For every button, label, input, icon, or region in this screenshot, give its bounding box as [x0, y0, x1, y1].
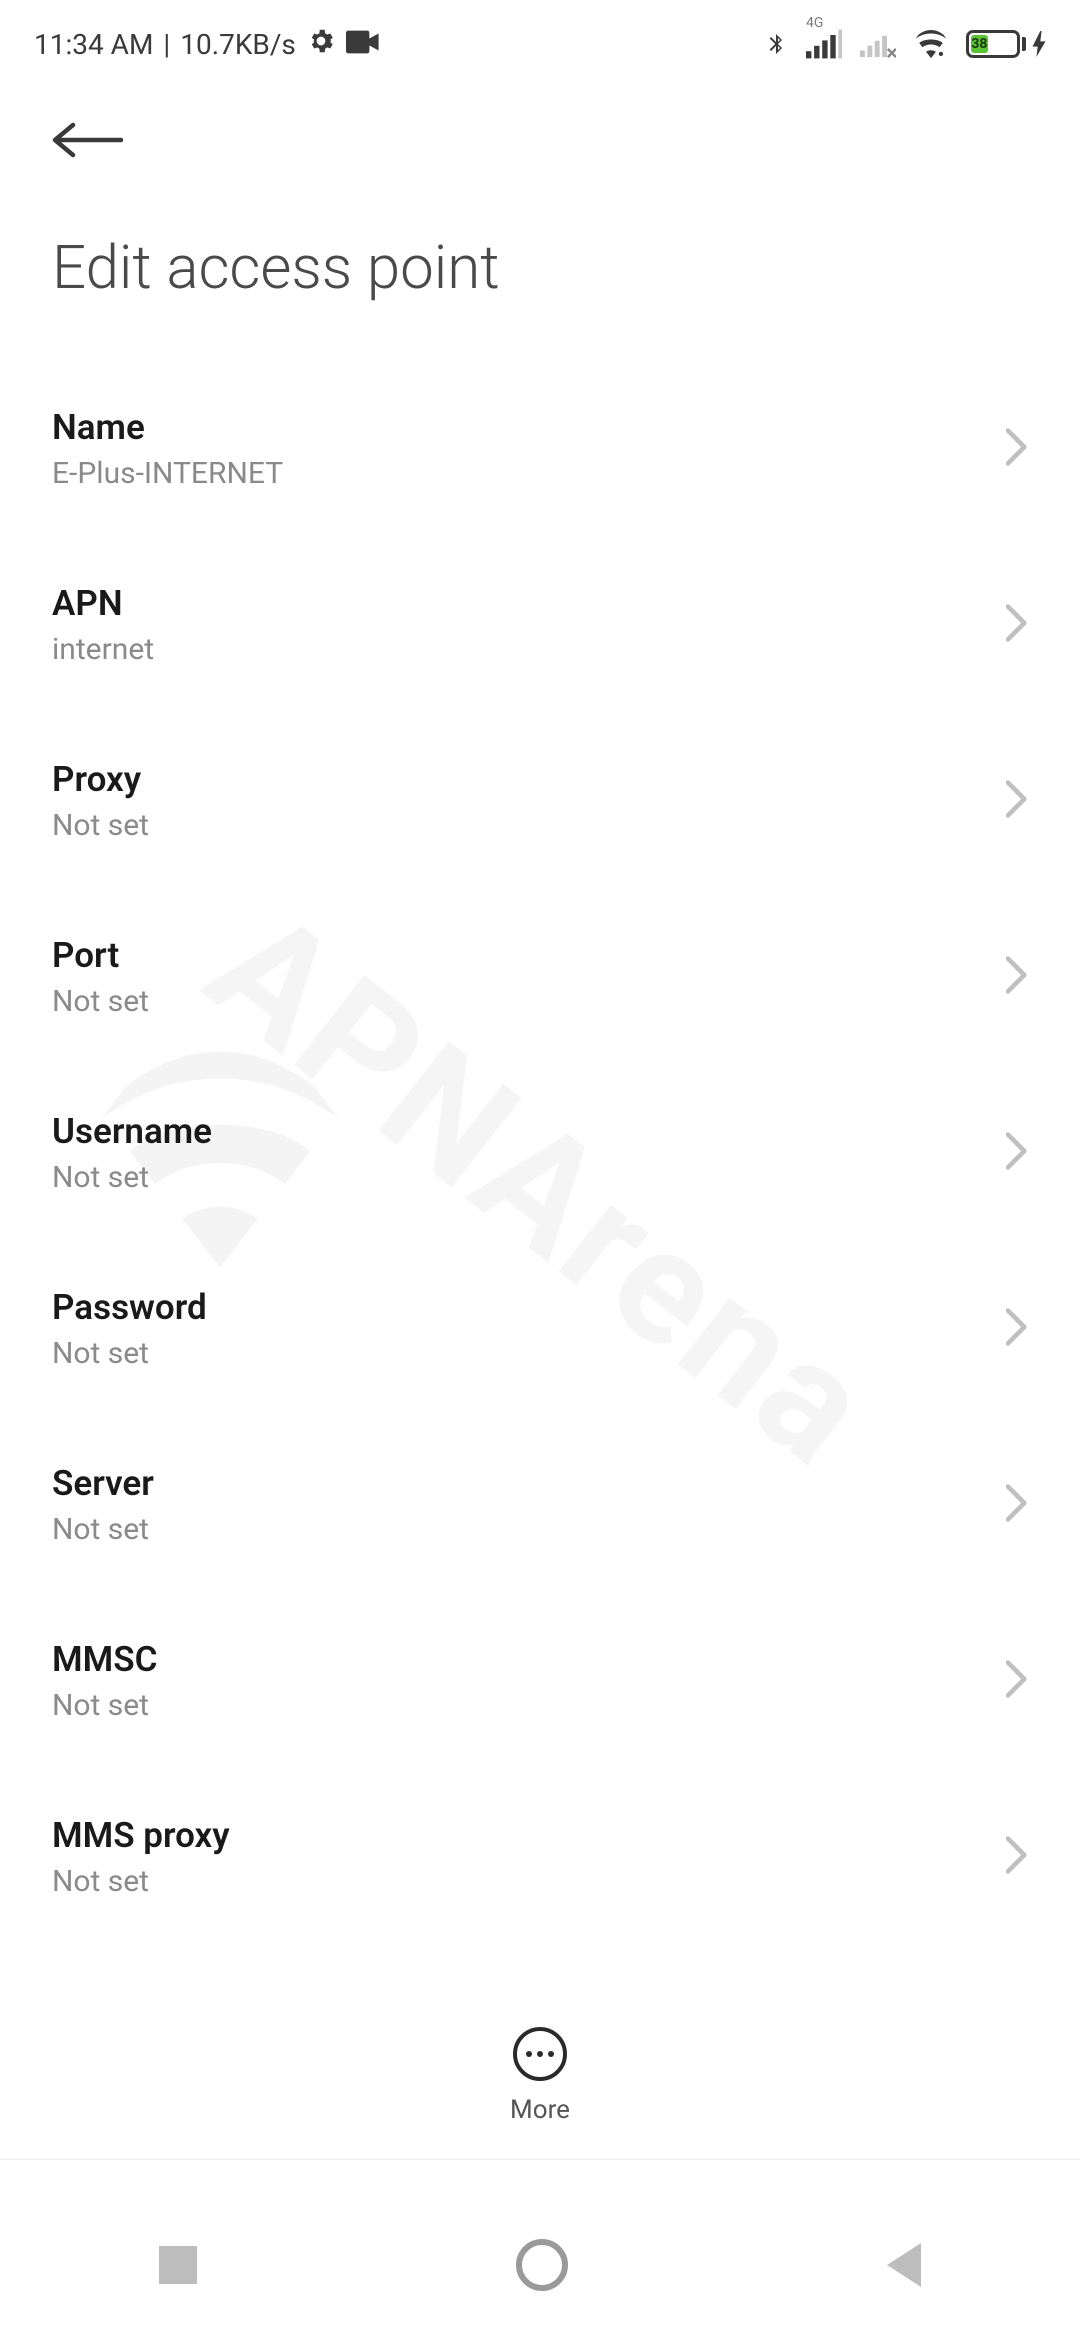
gear-icon	[306, 26, 336, 63]
bottom-action-bar: More	[0, 1987, 1080, 2160]
setting-proxy-value: Not set	[52, 808, 149, 843]
setting-port[interactable]: Port Not set	[52, 909, 1028, 1059]
chevron-right-icon	[1006, 1484, 1028, 1526]
chevron-right-icon	[1006, 1308, 1028, 1350]
setting-server-value: Not set	[52, 1512, 154, 1547]
status-left: 11:34 AM | 10.7KB/s	[34, 26, 380, 63]
more-icon	[513, 2027, 567, 2081]
charging-icon	[1032, 31, 1046, 57]
chevron-right-icon	[1006, 1660, 1028, 1702]
setting-username-label: Username	[52, 1111, 212, 1152]
setting-password-label: Password	[52, 1287, 207, 1328]
battery-icon: 38	[966, 30, 1046, 58]
back-button[interactable]	[52, 110, 132, 170]
camera-icon	[346, 28, 380, 61]
status-bar: 11:34 AM | 10.7KB/s 4G 38	[0, 0, 1080, 70]
setting-server-label: Server	[52, 1463, 154, 1504]
more-button[interactable]: More	[510, 2027, 570, 2125]
setting-port-value: Not set	[52, 984, 149, 1019]
chevron-right-icon	[1006, 1132, 1028, 1174]
setting-password-value: Not set	[52, 1336, 207, 1371]
chevron-right-icon	[1006, 1836, 1028, 1878]
more-label: More	[510, 2095, 570, 2125]
setting-name[interactable]: Name E-Plus-INTERNET	[52, 381, 1028, 531]
setting-mmsproxy-value: Not set	[52, 1864, 230, 1899]
system-nav-bar	[0, 2190, 1080, 2340]
nav-recents-button[interactable]	[159, 2246, 197, 2284]
setting-mmsproxy-label: MMS proxy	[52, 1815, 230, 1856]
signal-nosim-icon	[860, 29, 896, 59]
chevron-right-icon	[1006, 956, 1028, 998]
battery-percent: 38	[971, 35, 988, 53]
setting-username[interactable]: Username Not set	[52, 1085, 1028, 1235]
setting-port-label: Port	[52, 935, 149, 976]
setting-apn-label: APN	[52, 583, 154, 624]
status-time: 11:34 AM	[34, 28, 153, 61]
setting-name-label: Name	[52, 407, 283, 448]
bluetooth-icon	[764, 27, 788, 61]
setting-password[interactable]: Password Not set	[52, 1261, 1028, 1411]
setting-apn[interactable]: APN internet	[52, 557, 1028, 707]
setting-name-value: E-Plus-INTERNET	[52, 456, 283, 491]
status-separator: |	[163, 28, 170, 61]
setting-apn-value: internet	[52, 632, 154, 667]
settings-list: Name E-Plus-INTERNET APN internet Proxy …	[0, 381, 1080, 1939]
nav-home-button[interactable]	[516, 2239, 568, 2291]
status-right: 4G 38	[764, 27, 1046, 61]
setting-server[interactable]: Server Not set	[52, 1437, 1028, 1587]
setting-username-value: Not set	[52, 1160, 212, 1195]
chevron-right-icon	[1006, 604, 1028, 646]
setting-mmsc-value: Not set	[52, 1688, 158, 1723]
status-netspeed: 10.7KB/s	[180, 28, 296, 61]
page-title: Edit access point	[0, 170, 1080, 381]
wifi-icon	[914, 29, 948, 59]
signal-4g-icon: 4G	[806, 29, 842, 59]
setting-proxy[interactable]: Proxy Not set	[52, 733, 1028, 883]
chevron-right-icon	[1006, 428, 1028, 470]
setting-proxy-label: Proxy	[52, 759, 149, 800]
nav-back-button[interactable]	[887, 2243, 921, 2287]
setting-mmsproxy[interactable]: MMS proxy Not set	[52, 1789, 1028, 1939]
chevron-right-icon	[1006, 780, 1028, 822]
setting-mmsc[interactable]: MMSC Not set	[52, 1613, 1028, 1763]
setting-mmsc-label: MMSC	[52, 1639, 158, 1680]
